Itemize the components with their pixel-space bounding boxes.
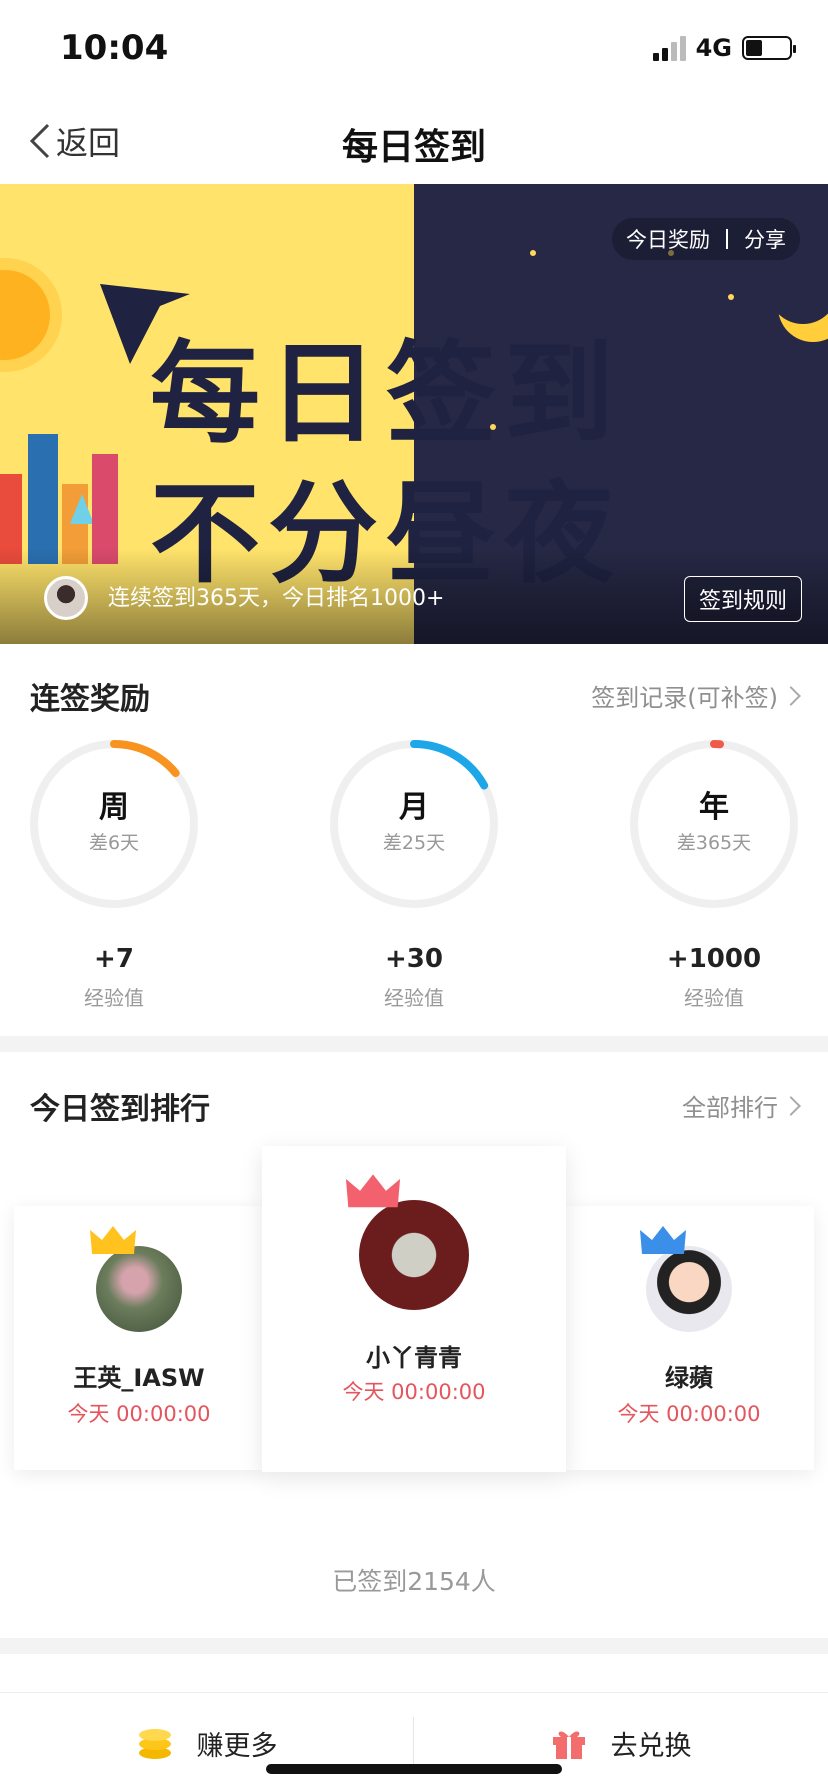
reward-period-label: 月 [399, 790, 429, 825]
pill-divider [726, 229, 728, 249]
reward-value: +7 [94, 944, 134, 974]
avatar[interactable] [44, 576, 88, 620]
reward-value: +1000 [666, 944, 762, 974]
nav-bar: 返回 每日签到 [0, 100, 828, 184]
signed-in-count: 已签到2154人 [332, 1567, 496, 1596]
banner-headline-line1: 每日签到 [150, 330, 622, 458]
days-remaining: 差365天 [676, 832, 752, 854]
gift-icon [552, 1731, 585, 1759]
banner-info-bar: 连续签到365天，今日排名1000+ 签到规则 [0, 548, 828, 644]
earn-more-tab[interactable]: 赚更多 [0, 1693, 414, 1792]
all-ranking-label: 全部排行 [682, 1094, 778, 1122]
avatar [646, 1246, 732, 1332]
rank-card-second[interactable]: 王英_IASW 今天 00:00:00 [14, 1206, 264, 1470]
checkin-rules-button[interactable]: 签到规则 [683, 576, 802, 622]
days-remaining: 差25天 [382, 832, 446, 854]
reward-value: +30 [385, 944, 443, 974]
all-ranking-link[interactable]: 全部排行 [682, 1088, 801, 1123]
crown-icon [345, 1174, 401, 1208]
rank-card-first[interactable]: 小丫青青 今天 00:00:00 [262, 1146, 566, 1472]
banner-actions: 今日奖励 分享 [612, 218, 800, 260]
days-remaining: 差6天 [88, 832, 140, 854]
chevron-right-icon [781, 1095, 801, 1116]
city-illustration [0, 434, 118, 564]
redeem-tab[interactable]: 去兑换 [414, 1693, 828, 1792]
status-bar: 10:04 4G [0, 0, 828, 100]
rank-checkin-time: 今天 00:00:00 [67, 1402, 211, 1426]
reward-unit: 经验值 [684, 986, 744, 1010]
rank-checkin-time: 今天 00:00:00 [342, 1380, 486, 1404]
rank-user-name: 小丫青青 [366, 1344, 462, 1372]
share-button[interactable]: 分享 [744, 224, 786, 254]
rank-user-name: 王英_IASW [73, 1364, 205, 1392]
crown-icon [640, 1226, 686, 1254]
battery-icon [742, 36, 796, 60]
crown-icon [90, 1226, 136, 1254]
reward-unit: 经验值 [84, 986, 144, 1010]
status-time: 10:04 [60, 28, 169, 68]
reward-period-label: 周 [99, 790, 129, 825]
streak-status-text: 连续签到365天，今日排名1000+ [108, 586, 445, 611]
signal-icon [652, 35, 686, 61]
rank-card-third[interactable]: 绿蘋 今天 00:00:00 [564, 1206, 814, 1470]
streak-reward-week[interactable]: 周 差6天 +7 经验值 [28, 738, 200, 1011]
status-indicators: 4G [652, 34, 796, 62]
checkin-record-label: 签到记录(可补签) [591, 684, 778, 712]
section-divider [0, 1036, 828, 1052]
star-icon [530, 250, 536, 256]
rank-checkin-time: 今天 00:00:00 [617, 1402, 761, 1426]
ranking-title: 今日签到排行 [30, 1092, 210, 1127]
checkin-banner: 每日签到 不分昼夜 今日奖励 分享 连续签到365天，今日排名1000+ 签到规… [0, 184, 828, 644]
streak-reward-year[interactable]: 年 差365天 +1000 经验值 [628, 738, 800, 1011]
today-reward-button[interactable]: 今日奖励 [626, 224, 710, 254]
streak-reward-month[interactable]: 月 差25天 +30 经验值 [328, 738, 500, 1011]
chevron-right-icon [781, 685, 801, 706]
bottom-tab-bar: 赚更多 去兑换 [0, 1692, 828, 1792]
streak-rewards-title: 连签奖励 [30, 682, 150, 717]
avatar [359, 1200, 469, 1310]
home-indicator [266, 1764, 562, 1774]
network-type: 4G [695, 34, 732, 62]
star-icon [728, 294, 734, 300]
checkin-record-link[interactable]: 签到记录(可补签) [591, 678, 801, 713]
earn-more-label: 赚更多 [196, 1730, 278, 1762]
reward-period-label: 年 [699, 790, 729, 825]
rank-user-name: 绿蘋 [665, 1364, 713, 1392]
section-divider [0, 1638, 828, 1654]
page-title: 每日签到 [341, 127, 486, 168]
coins-icon [138, 1729, 171, 1759]
avatar [96, 1246, 182, 1332]
reward-unit: 经验值 [384, 986, 444, 1010]
redeem-label: 去兑换 [610, 1730, 692, 1762]
